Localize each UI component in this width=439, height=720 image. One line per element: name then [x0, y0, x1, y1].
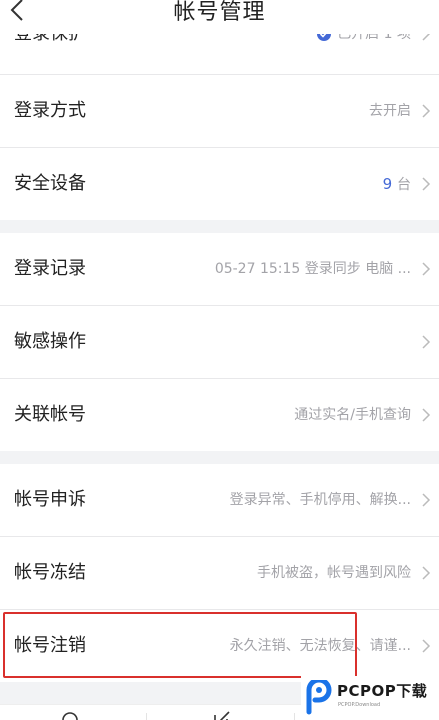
chevron-right-icon — [422, 262, 431, 276]
settings-group-login: 登录保护 已开启 1 项 登录方式 去开启 安全设备 9 台 — [0, 34, 439, 220]
row-login-method[interactable]: 登录方式 去开启 — [0, 75, 439, 148]
chevron-right-icon — [422, 335, 431, 349]
tab-divider — [294, 713, 295, 720]
row-login-protection[interactable]: 登录保护 已开启 1 项 — [0, 34, 439, 75]
edit-icon[interactable] — [212, 711, 232, 720]
row-value: 去开启 — [369, 103, 411, 119]
row-account-cancel[interactable]: 帐号注销 永久注销、无法恢复、请谨... — [0, 610, 439, 682]
row-label: 帐号申诉 — [14, 489, 86, 510]
headset-icon[interactable] — [60, 711, 80, 720]
nav-header: 帐号管理 — [0, 0, 439, 34]
settings-group-account: 帐号申诉 登录异常、手机停用、解换... 帐号冻结 手机被盗，帐号遇到风险 帐号… — [0, 464, 439, 682]
settings-group-records: 登录记录 05-27 15:15 登录同步 电脑 ... 敏感操作 关联帐号 通… — [0, 233, 439, 451]
row-value: 永久注销、无法恢复、请谨... — [229, 638, 411, 654]
row-linked-accounts[interactable]: 关联帐号 通过实名/手机查询 — [0, 379, 439, 451]
row-security-devices[interactable]: 安全设备 9 台 — [0, 148, 439, 220]
row-value: 已开启 1 项 — [317, 34, 411, 70]
row-value: 手机被盗，帐号遇到风险 — [257, 565, 411, 581]
row-value: 登录异常、手机停用、解换... — [229, 492, 411, 508]
chevron-right-icon — [422, 639, 431, 653]
row-value: 通过实名/手机查询 — [294, 407, 411, 423]
row-label: 登录保护 — [14, 34, 86, 70]
device-unit: 台 — [397, 177, 411, 193]
pcpop-watermark: PCPOP下载 PCPOP.Download — [301, 676, 439, 720]
row-account-freeze[interactable]: 帐号冻结 手机被盗，帐号遇到风险 — [0, 537, 439, 610]
watermark-brand: PCPOP下载 — [337, 682, 428, 700]
row-value: 9 台 — [383, 148, 411, 221]
device-count: 9 — [382, 175, 393, 193]
row-label: 安全设备 — [14, 173, 86, 194]
chevron-right-icon — [422, 493, 431, 507]
row-account-appeal[interactable]: 帐号申诉 登录异常、手机停用、解换... — [0, 464, 439, 537]
watermark-sub: PCPOP.Download — [338, 702, 381, 708]
row-label: 关联帐号 — [14, 404, 86, 425]
row-login-records[interactable]: 登录记录 05-27 15:15 登录同步 电脑 ... — [0, 233, 439, 306]
chevron-right-icon — [422, 104, 431, 118]
account-management-screen: 帐号管理 登录保护 已开启 1 项 登录方式 去开启 安全设备 — [0, 0, 439, 720]
row-sensitive-operations[interactable]: 敏感操作 — [0, 306, 439, 379]
row-label: 帐号注销 — [14, 635, 86, 656]
shield-check-icon — [317, 34, 332, 41]
page-title: 帐号管理 — [173, 0, 266, 25]
pcpop-logo-icon — [306, 680, 332, 715]
row-value: 05-27 15:15 登录同步 电脑 ... — [214, 261, 411, 277]
tab-divider — [146, 713, 147, 720]
chevron-right-icon — [422, 177, 431, 191]
chevron-right-icon — [422, 408, 431, 422]
row-label: 敏感操作 — [14, 331, 86, 352]
login-protection-status: 已开启 1 项 — [337, 34, 411, 42]
chevron-right-icon — [422, 34, 431, 41]
chevron-right-icon — [422, 566, 431, 580]
row-label: 登录记录 — [14, 258, 86, 279]
row-label: 帐号冻结 — [14, 562, 86, 583]
row-label: 登录方式 — [14, 100, 86, 121]
